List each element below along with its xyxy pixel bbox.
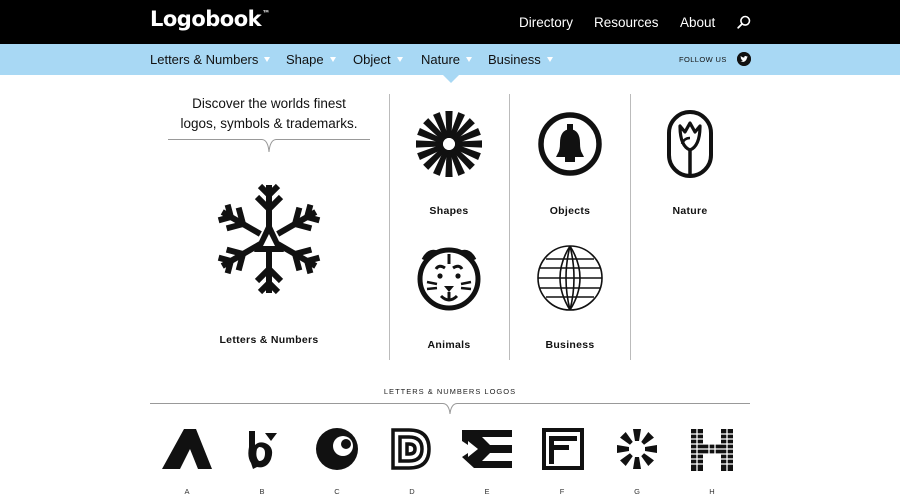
caret-down-icon bbox=[264, 57, 271, 63]
letter-caption-b[interactable]: B bbox=[242, 487, 282, 496]
category-label: Object bbox=[353, 52, 391, 67]
tile-label-business[interactable]: Business bbox=[510, 339, 630, 351]
grid-divider bbox=[389, 94, 390, 360]
letter-caption-c[interactable]: C bbox=[317, 487, 357, 496]
search-icon[interactable] bbox=[737, 15, 751, 29]
nav-resources[interactable]: Resources bbox=[594, 15, 659, 30]
category-bar: Letters & Numbers Shape Object Nature Bu… bbox=[0, 44, 900, 75]
section-title: LETTERS & NUMBERS LOGOS bbox=[383, 387, 517, 396]
bell-logo-icon[interactable] bbox=[536, 110, 604, 178]
twitter-icon[interactable] bbox=[737, 52, 751, 66]
starburst-logo-icon[interactable] bbox=[415, 110, 483, 178]
globe-logo-icon[interactable] bbox=[536, 244, 604, 312]
letter-a-logo-icon[interactable] bbox=[160, 427, 214, 471]
letter-caption-a[interactable]: A bbox=[167, 487, 207, 496]
letter-caption-d[interactable]: D bbox=[392, 487, 432, 496]
category-object[interactable]: Object bbox=[353, 52, 403, 67]
tulip-logo-icon[interactable] bbox=[656, 110, 724, 178]
top-header: Logobook™ Directory Resources About bbox=[0, 0, 900, 44]
category-nature[interactable]: Nature bbox=[421, 52, 473, 67]
letter-caption-g[interactable]: G bbox=[617, 487, 657, 496]
caret-down-icon bbox=[396, 57, 403, 63]
letter-g-logo-icon[interactable] bbox=[610, 427, 664, 471]
site-logo[interactable]: Logobook™ bbox=[150, 7, 270, 31]
category-business[interactable]: Business bbox=[488, 52, 553, 67]
tile-label-shapes[interactable]: Shapes bbox=[389, 205, 509, 217]
letter-caption-e[interactable]: E bbox=[467, 487, 507, 496]
category-shape[interactable]: Shape bbox=[286, 52, 336, 67]
tagline-line: logos, symbols & trademarks. bbox=[180, 116, 358, 131]
tagline-line: Discover the worlds finest bbox=[192, 96, 346, 111]
category-letters-numbers[interactable]: Letters & Numbers bbox=[150, 52, 271, 67]
caret-down-icon bbox=[546, 57, 553, 63]
logo-text: Logobook bbox=[150, 7, 262, 31]
section-divider bbox=[150, 403, 750, 415]
category-bar-pointer bbox=[443, 75, 459, 83]
letter-c-logo-icon[interactable] bbox=[310, 427, 364, 471]
category-label: Nature bbox=[421, 52, 461, 67]
tile-label-objects[interactable]: Objects bbox=[510, 205, 630, 217]
tagline-divider bbox=[168, 139, 370, 153]
nav-about[interactable]: About bbox=[680, 15, 715, 30]
letter-h-logo-icon[interactable] bbox=[685, 427, 739, 471]
grid-divider bbox=[630, 94, 631, 360]
grid-divider bbox=[509, 94, 510, 360]
tile-label-nature[interactable]: Nature bbox=[630, 205, 750, 217]
category-label: Business bbox=[488, 52, 541, 67]
featured-label[interactable]: Letters & Numbers bbox=[169, 334, 369, 346]
tagline: Discover the worlds finest logos, symbol… bbox=[168, 94, 370, 134]
tile-label-animals[interactable]: Animals bbox=[389, 339, 509, 351]
letter-d-logo-icon[interactable] bbox=[385, 427, 439, 471]
caret-down-icon bbox=[466, 57, 473, 63]
caret-down-icon bbox=[329, 57, 336, 63]
nav-directory[interactable]: Directory bbox=[519, 15, 573, 30]
letter-b-logo-icon[interactable] bbox=[235, 427, 289, 471]
trademark-mark: ™ bbox=[262, 9, 270, 18]
letter-e-logo-icon[interactable] bbox=[460, 427, 514, 471]
snowflake-a-logo-icon[interactable] bbox=[204, 182, 334, 297]
category-label: Letters & Numbers bbox=[150, 52, 259, 67]
category-label: Shape bbox=[286, 52, 324, 67]
follow-us-label: FOLLOW US bbox=[679, 55, 727, 64]
letter-f-logo-icon[interactable] bbox=[535, 427, 589, 471]
tiger-logo-icon[interactable] bbox=[415, 244, 483, 312]
letter-caption-h[interactable]: H bbox=[692, 487, 732, 496]
letter-caption-f[interactable]: F bbox=[542, 487, 582, 496]
